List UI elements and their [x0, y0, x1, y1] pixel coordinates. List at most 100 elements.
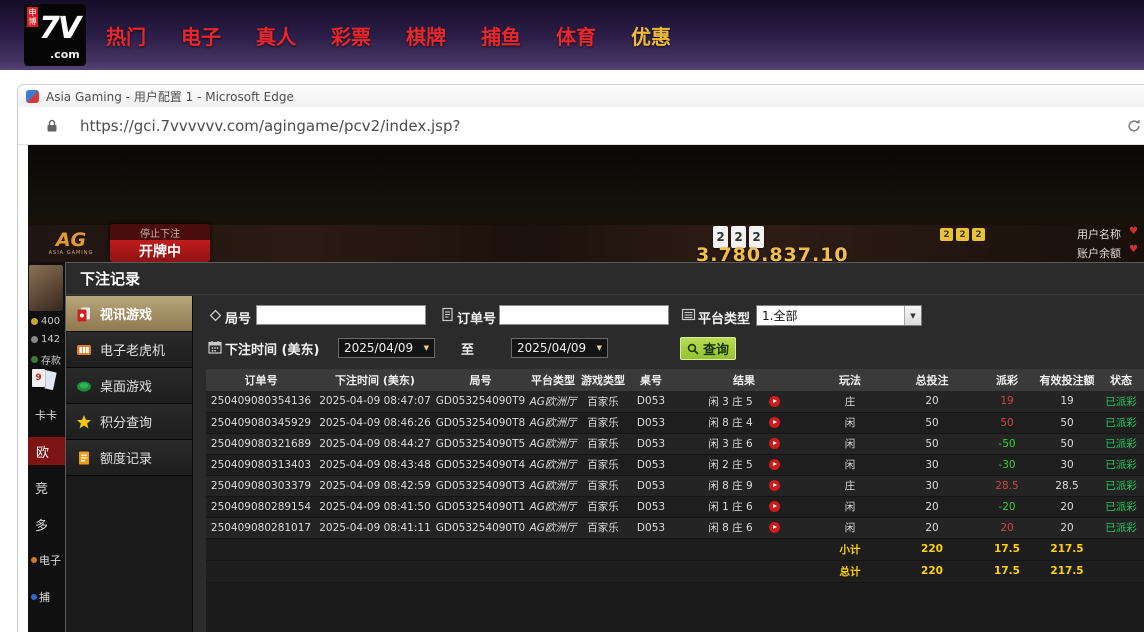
- total-spacer: [206, 560, 813, 582]
- cell-game: 百家乐: [579, 517, 627, 538]
- subtotal-label: 小计: [813, 538, 887, 560]
- points-icon: [76, 414, 92, 430]
- top-nav: 申博 7V .com 热门 电子 真人 彩票 棋牌 捕鱼 体育 优惠: [0, 0, 1144, 70]
- nav-hot[interactable]: 热门: [106, 21, 146, 50]
- records-icon: [76, 450, 92, 466]
- replay-icon[interactable]: [769, 459, 780, 470]
- cell-order: 250409080303379: [206, 475, 316, 496]
- cell-table: D053: [627, 412, 675, 433]
- search-button-label: 查询: [703, 339, 729, 358]
- replay-icon[interactable]: [769, 438, 780, 449]
- cell-game: 百家乐: [579, 391, 627, 412]
- table-header: 订单号 下注时间 (美东) 局号 平台类型 游戏类型 桌号 结果 玩法: [206, 369, 1144, 391]
- bet-table-wrap: 订单号 下注时间 (美东) 局号 平台类型 游戏类型 桌号 结果 玩法: [206, 369, 1144, 632]
- cell-valid: 20: [1037, 517, 1097, 538]
- cell-payout: -20: [977, 496, 1037, 517]
- cell-bet: 30: [887, 475, 977, 496]
- order-number-icon: [440, 307, 455, 322]
- ag-logo-text: AG: [56, 231, 86, 250]
- tab-slots[interactable]: 电子老虎机: [66, 332, 192, 368]
- cell-time: 2025-04-09 08:44:27: [316, 433, 434, 454]
- bet-table-summary: 小计 220 17.5 217.5 总计: [206, 538, 1144, 582]
- subtotal-payout: 17.5: [977, 538, 1037, 560]
- cell-status: 已派彩: [1097, 517, 1144, 538]
- replay-icon[interactable]: [769, 417, 780, 428]
- cell-valid: 50: [1037, 433, 1097, 454]
- platform-type-select[interactable]: 1.全部 ▼: [756, 305, 922, 326]
- fishing-mini-icon: [31, 594, 37, 600]
- total-row: 总计 220 17.5 217.5: [206, 560, 1144, 582]
- ag-logo: AG ASIA GAMING: [32, 227, 110, 260]
- slots-icon: [76, 342, 92, 358]
- url-text[interactable]: https://gci.7vvvvvv.com/agingame/pcv2/in…: [80, 117, 1126, 135]
- lobby-item-duo[interactable]: 多: [35, 515, 48, 534]
- tab-label: 电子老虎机: [100, 340, 165, 359]
- lobby-item-jing[interactable]: 竞: [35, 478, 48, 497]
- heart-icon[interactable]: ♥: [1129, 226, 1138, 237]
- round-status-box: 停止下注 开牌中: [110, 224, 210, 262]
- result-text: 闲 8 庄 9: [708, 480, 752, 492]
- card-face: 9: [32, 369, 45, 387]
- dice-row: 2 2 2: [940, 228, 985, 241]
- tab-points-query[interactable]: 积分查询: [66, 404, 192, 440]
- date-to-dropdown[interactable]: 2025/04/09 ▼: [511, 338, 608, 358]
- cell-result: 闲 2 庄 5: [675, 454, 813, 475]
- order-number-input[interactable]: [499, 305, 669, 325]
- lobby-item-slots[interactable]: 电子: [31, 552, 61, 568]
- cell-order: 250409080289154: [206, 496, 316, 517]
- heart-icon[interactable]: ♥: [1129, 244, 1138, 255]
- bet-table-body: 250409080354136 2025-04-09 08:47:07 GD05…: [206, 391, 1144, 538]
- cell-payout: 20: [977, 517, 1037, 538]
- cell-round: GD053254090T5: [434, 433, 527, 454]
- col-platform: 平台类型: [527, 369, 579, 391]
- tab-video-games[interactable]: 视讯游戏: [66, 296, 192, 332]
- username-label: 用户名称: [1077, 226, 1121, 242]
- deposit-button[interactable]: 存款: [31, 352, 61, 367]
- nav-live[interactable]: 真人: [256, 21, 296, 50]
- cell-game: 百家乐: [579, 454, 627, 475]
- cell-payout: 28.5: [977, 475, 1037, 496]
- lobby-item-fishing[interactable]: 捕: [31, 589, 50, 605]
- avatar[interactable]: [29, 265, 63, 311]
- logo-text: 7V: [39, 11, 79, 46]
- replay-icon[interactable]: [769, 480, 780, 491]
- nav-lottery[interactable]: 彩票: [331, 21, 371, 50]
- lobby-item-kaka[interactable]: 卡卡: [35, 407, 57, 423]
- lock-icon[interactable]: [46, 119, 58, 133]
- date-from-dropdown[interactable]: 2025/04/09 ▼: [338, 338, 435, 358]
- cell-game: 百家乐: [579, 496, 627, 517]
- chip-icon: [31, 336, 38, 343]
- nav-promotions[interactable]: 优惠: [631, 21, 671, 50]
- order-number-label: 订单号: [457, 308, 496, 327]
- browser-titlebar[interactable]: Asia Gaming - 用户配置 1 - Microsoft Edge: [18, 85, 1144, 107]
- round-number-input[interactable]: [256, 305, 426, 325]
- tab-credit-records[interactable]: 额度记录: [66, 440, 192, 476]
- result-text: 闲 3 庄 5: [708, 396, 752, 408]
- cell-bet: 20: [887, 496, 977, 517]
- search-button[interactable]: 查询: [680, 337, 736, 360]
- col-order: 订单号: [206, 369, 316, 391]
- round-number-label: 局号: [225, 308, 251, 327]
- replay-icon[interactable]: [769, 501, 780, 512]
- replay-icon[interactable]: [769, 522, 780, 533]
- nav-boardgames[interactable]: 棋牌: [406, 21, 446, 50]
- die: 2: [956, 228, 969, 241]
- col-game: 游戏类型: [579, 369, 627, 391]
- lobby-item-europe[interactable]: 欧: [28, 437, 65, 465]
- nav-fishing[interactable]: 捕鱼: [481, 21, 521, 50]
- nav-slots[interactable]: 电子: [181, 21, 221, 50]
- bet-table: 订单号 下注时间 (美东) 局号 平台类型 游戏类型 桌号 结果 玩法: [206, 369, 1144, 583]
- cell-play: 闲: [813, 517, 887, 538]
- site-logo[interactable]: 申博 7V .com: [24, 4, 86, 66]
- col-time: 下注时间 (美东): [316, 369, 434, 391]
- tab-table-games[interactable]: 桌面游戏: [66, 368, 192, 404]
- subtotal-spacer: [206, 538, 813, 560]
- cell-bet: 50: [887, 433, 977, 454]
- total-bet: 220: [887, 560, 977, 582]
- reload-icon[interactable]: [1126, 118, 1142, 134]
- replay-icon[interactable]: [769, 396, 780, 407]
- cell-result: 闲 3 庄 5: [675, 391, 813, 412]
- site-favicon-icon: [26, 90, 39, 103]
- cell-order: 250409080354136: [206, 391, 316, 412]
- nav-sports[interactable]: 体育: [556, 21, 596, 50]
